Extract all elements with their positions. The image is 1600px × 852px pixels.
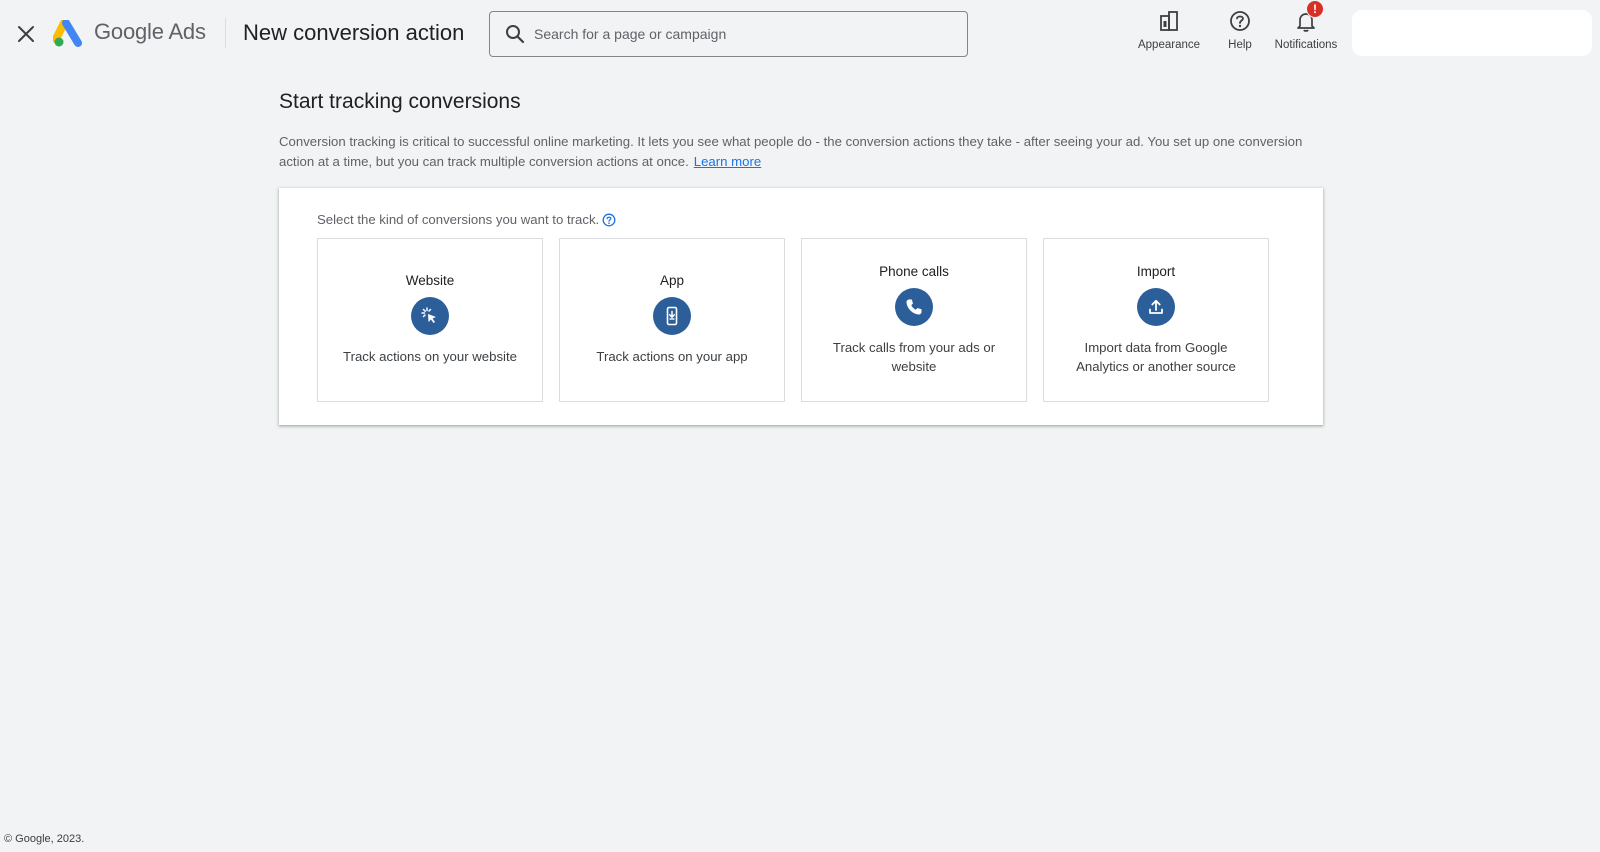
section-heading: Start tracking conversions bbox=[279, 90, 521, 113]
search-input[interactable] bbox=[534, 26, 954, 42]
page-title: New conversion action bbox=[243, 20, 465, 45]
option-title: App bbox=[659, 273, 685, 289]
notification-badge: ! bbox=[1306, 0, 1324, 18]
brand-name: Google Ads bbox=[94, 19, 206, 44]
help-circle-icon[interactable] bbox=[602, 213, 616, 227]
close-button[interactable] bbox=[14, 22, 38, 46]
option-description: Track actions on your app bbox=[596, 349, 748, 365]
option-app[interactable]: App Track actions on your app bbox=[559, 238, 785, 402]
option-title: Import bbox=[1136, 263, 1176, 279]
option-title: Phone calls bbox=[879, 263, 949, 279]
appearance-button[interactable]: Appearance bbox=[1134, 8, 1204, 51]
google-ads-logo-icon bbox=[53, 20, 82, 47]
top-bar: Google Ads New conversion action Appeara… bbox=[0, 0, 1600, 68]
prompt-text: Select the kind of conversions you want … bbox=[317, 212, 600, 227]
option-website[interactable]: Website Track actions on your website bbox=[317, 238, 543, 402]
option-description: Track actions on your website bbox=[343, 349, 517, 365]
main-content: Start tracking conversions Conversion tr… bbox=[279, 90, 1324, 171]
description-text: Conversion tracking is critical to succe… bbox=[279, 134, 1303, 169]
conversion-type-card: Select the kind of conversions you want … bbox=[279, 188, 1323, 425]
help-button[interactable]: Help bbox=[1222, 8, 1258, 51]
option-import[interactable]: Import Import data from Google Analytics… bbox=[1043, 238, 1269, 402]
appearance-label: Appearance bbox=[1137, 39, 1201, 51]
close-icon bbox=[18, 26, 34, 42]
option-title: Website bbox=[405, 273, 455, 289]
phone-download-icon bbox=[653, 297, 691, 336]
help-icon bbox=[1230, 11, 1250, 31]
learn-more-link[interactable]: Learn more bbox=[694, 154, 761, 169]
phone-call-icon bbox=[895, 287, 933, 326]
selection-prompt: Select the kind of conversions you want … bbox=[317, 212, 616, 227]
option-phone-calls[interactable]: Phone calls Track calls from your ads or… bbox=[801, 238, 1027, 402]
header-divider bbox=[225, 18, 226, 48]
footer-copyright: © Google, 2023. bbox=[4, 833, 85, 845]
option-description: Track calls from your ads or website bbox=[832, 339, 996, 375]
option-description: Import data from Google Analytics or ano… bbox=[1076, 339, 1236, 375]
appearance-icon bbox=[1160, 11, 1178, 31]
search-box[interactable] bbox=[489, 11, 968, 57]
section-description: Conversion tracking is critical to succe… bbox=[279, 132, 1319, 171]
search-icon bbox=[506, 25, 525, 44]
account-switcher[interactable] bbox=[1352, 10, 1592, 56]
help-label: Help bbox=[1228, 39, 1252, 51]
notifications-button[interactable]: ! Notifications bbox=[1268, 0, 1344, 51]
upload-icon bbox=[1137, 287, 1175, 326]
cursor-click-icon bbox=[411, 297, 449, 336]
notifications-label: Notifications bbox=[1274, 39, 1338, 51]
